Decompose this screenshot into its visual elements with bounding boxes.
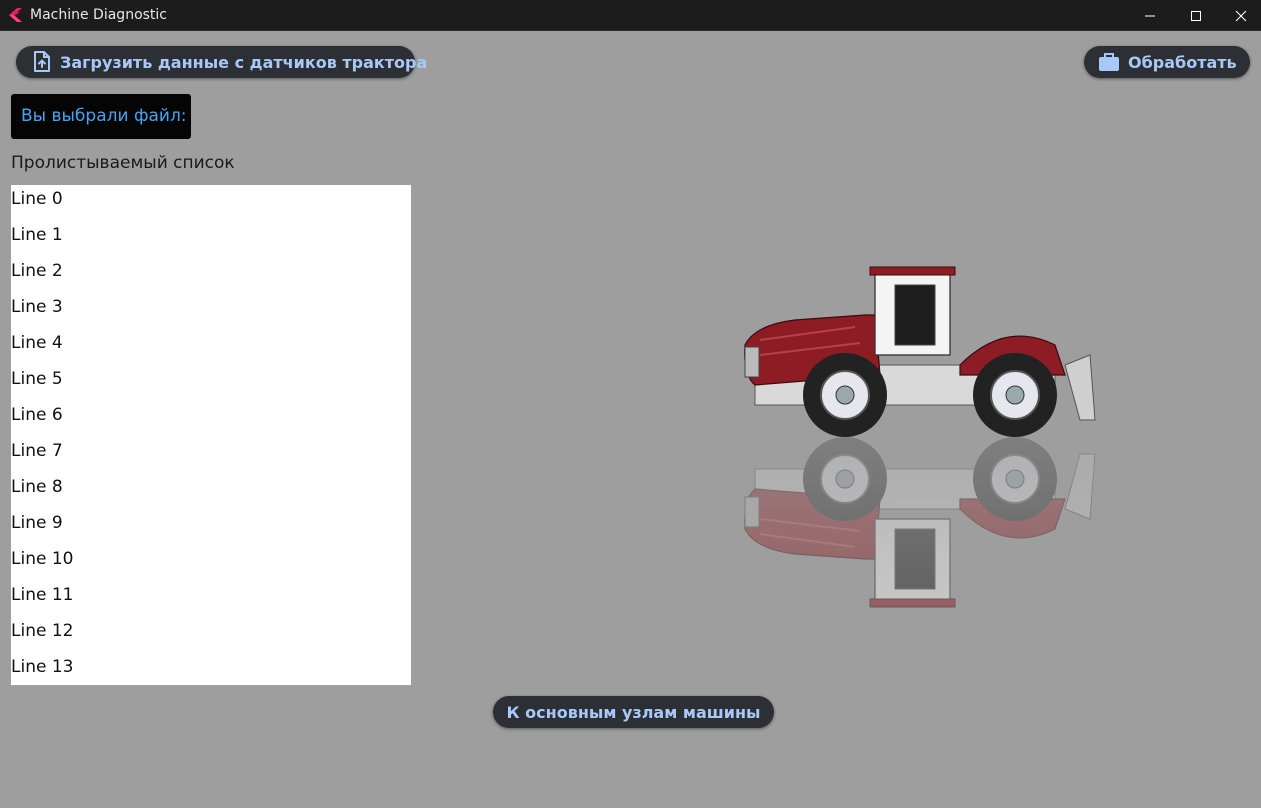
list-item[interactable]: Line 8 [11, 473, 411, 509]
list-item[interactable]: Line 5 [11, 365, 411, 401]
flutter-logo-icon [9, 8, 22, 22]
scrollable-list[interactable]: Line 0 Line 1 Line 2 Line 3 Line 4 Line 5 Line… [11, 185, 411, 685]
title-bar: Machine Diagnostic [0, 0, 1261, 31]
briefcase-icon [1098, 52, 1120, 72]
minimize-button[interactable] [1127, 0, 1173, 31]
upload-button-label: Загрузить данные с датчиков трактора [60, 52, 428, 72]
main-units-button-label: К основным узлам машины [506, 702, 761, 722]
upload-sensor-data-button[interactable]: Загрузить данные с датчиков трактора [16, 46, 427, 78]
list-item[interactable]: Line 0 [11, 185, 411, 221]
minimize-icon [1145, 15, 1155, 16]
maximize-icon [1191, 10, 1201, 21]
list-item[interactable]: Line 2 [11, 257, 411, 293]
list-item[interactable]: Line 12 [11, 617, 411, 653]
list-item[interactable]: Line 3 [11, 293, 411, 329]
list-heading: Пролистываемый список [11, 153, 235, 173]
maximize-button[interactable] [1173, 0, 1219, 31]
selected-file-label: Вы выбрали файл: [11, 94, 191, 139]
process-button-label: Обработать [1128, 52, 1237, 72]
list-item[interactable]: Line 13 [11, 653, 411, 685]
close-button[interactable] [1218, 0, 1261, 31]
window-title: Machine Diagnostic [30, 7, 167, 23]
list-item[interactable]: Line 9 [11, 509, 411, 545]
list-item[interactable]: Line 10 [11, 545, 411, 581]
main-units-button[interactable]: К основным узлам машины [493, 696, 774, 728]
list-item[interactable]: Line 11 [11, 581, 411, 617]
list-item[interactable]: Line 7 [11, 437, 411, 473]
process-button[interactable]: Обработать [1084, 46, 1250, 78]
close-icon [1235, 10, 1247, 21]
file-upload-icon [32, 51, 52, 73]
list-item[interactable]: Line 6 [11, 401, 411, 437]
list-item[interactable]: Line 1 [11, 221, 411, 257]
list-item[interactable]: Line 4 [11, 329, 411, 365]
tractor-image [743, 266, 1096, 608]
